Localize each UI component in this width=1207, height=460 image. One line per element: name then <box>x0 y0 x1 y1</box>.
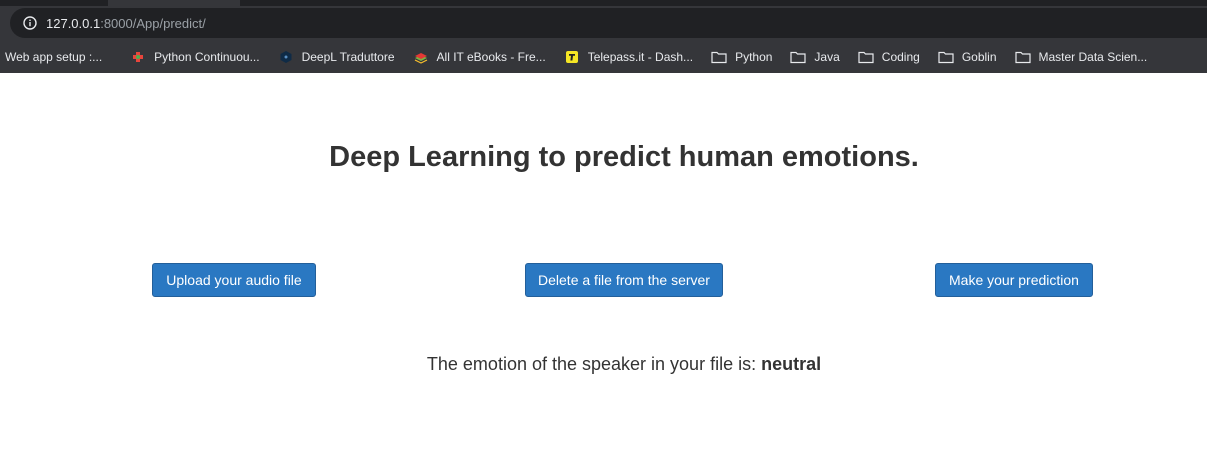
deepl-icon <box>278 49 294 65</box>
bookmark-web-app-setup[interactable]: Web app setup :... <box>5 44 110 70</box>
bookmark-telepass[interactable]: Telepass.it - Dash... <box>564 44 701 70</box>
folder-icon <box>1014 49 1031 65</box>
folder-icon <box>938 49 954 65</box>
bookmark-label: Goblin <box>961 49 997 64</box>
bookmark-label: Web app setup :... <box>5 49 103 64</box>
bookmark-label: Python <box>735 49 773 64</box>
browser-chrome: 127.0.0.1:8000/App/predict/ Web app setu… <box>0 0 1207 74</box>
bookmark-folder-master-data-science[interactable]: Master Data Scien... <box>1014 44 1156 70</box>
prediction-result: The emotion of the speaker in your file … <box>0 354 1207 375</box>
url-path[interactable]: :8000/App/predict/ <box>100 16 206 31</box>
bookmark-python-continuous[interactable]: Python Continuou... <box>130 44 267 70</box>
result-emotion: neutral <box>761 354 822 374</box>
bookmarks-bar: Web app setup :... Python Continuou... D… <box>0 40 1207 74</box>
puzzle-icon <box>130 49 146 65</box>
info-icon[interactable] <box>23 16 37 30</box>
bookmark-all-it-ebooks[interactable]: All IT eBooks - Fre... <box>413 44 554 70</box>
bookmark-label: DeepL Traduttore <box>301 49 395 64</box>
bookmark-label: Telepass.it - Dash... <box>587 49 694 64</box>
folder-icon <box>711 49 727 65</box>
make-prediction-button[interactable]: Make your prediction <box>935 263 1093 297</box>
bookmark-folder-java[interactable]: Java <box>790 44 847 70</box>
address-bar[interactable]: 127.0.0.1:8000/App/predict/ <box>10 8 1207 38</box>
delete-file-button[interactable]: Delete a file from the server <box>525 263 723 297</box>
books-icon <box>413 49 429 65</box>
result-prefix: The emotion of the speaker in your file … <box>426 354 762 374</box>
bookmark-folder-python[interactable]: Python <box>711 44 780 70</box>
page-title: Deep Learning to predict human emotions. <box>329 141 919 173</box>
bookmark-label: Python Continuou... <box>154 49 260 64</box>
folder-icon <box>790 49 807 65</box>
bookmark-label: All IT eBooks - Fre... <box>436 49 546 64</box>
bookmark-folder-goblin[interactable]: Goblin <box>938 44 1005 70</box>
bookmark-folder-coding[interactable]: Coding <box>858 44 928 70</box>
bookmark-deepl[interactable]: DeepL Traduttore <box>278 44 403 70</box>
url-host[interactable]: 127.0.0.1 <box>46 16 100 31</box>
address-row: 127.0.0.1:8000/App/predict/ <box>0 6 1207 40</box>
folder-icon <box>858 49 874 65</box>
telepass-icon <box>564 49 580 65</box>
bookmark-label: Master Data Scien... <box>1038 49 1148 64</box>
bookmark-label: Java <box>814 49 840 64</box>
page-content: Deep Learning to predict human emotions.… <box>0 73 1207 460</box>
upload-audio-button[interactable]: Upload your audio file <box>152 263 316 297</box>
bookmark-label: Coding <box>881 49 920 64</box>
